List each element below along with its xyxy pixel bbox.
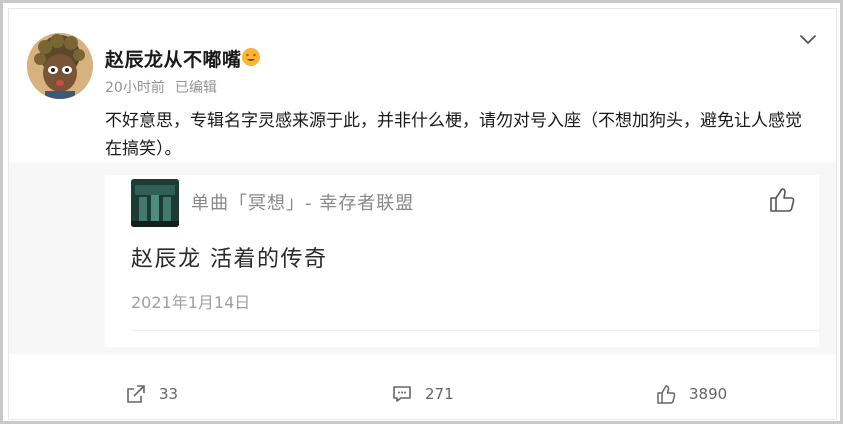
post-time: 20小时前 (105, 80, 165, 96)
weibo-post-card: 赵辰龙从不嘟嘴 20小时前 已编辑 不好意思，专辑名字灵感来源于此，并非什么梗，请… (8, 8, 837, 420)
avatar-illustration (27, 33, 93, 99)
quote-date: 2021年1月14日 (131, 293, 251, 312)
album-cover[interactable] (131, 179, 179, 227)
screenshot-frame: 赵辰龙从不嘟嘴 20小时前 已编辑 不好意思，专辑名字灵感来源于此，并非什么梗，请… (0, 0, 843, 424)
like-button[interactable]: 3890 (655, 383, 727, 405)
post-meta: 20小时前 已编辑 (105, 77, 217, 97)
quoted-post-card[interactable]: 单曲「冥想」- 幸存者联盟 赵辰龙 活着的传奇 2021年1月14日 (105, 175, 819, 347)
action-bar: 33 271 3890 (9, 369, 836, 419)
quote-body: 赵辰龙 活着的传奇 (131, 247, 328, 272)
share-icon (127, 385, 145, 403)
like-count: 3890 (689, 385, 728, 403)
chevron-down-icon[interactable] (798, 29, 818, 49)
post-text: 不好意思，专辑名字灵感来源于此，并非什么梗，请勿对号入座（不想加狗头，避免让人感… (105, 111, 802, 159)
avatar[interactable] (27, 33, 93, 99)
author-name[interactable]: 赵辰龙从不嘟嘴 (105, 45, 242, 72)
share-count: 33 (159, 385, 179, 403)
comment-icon (393, 386, 411, 402)
divider (131, 330, 819, 331)
album-cover-art (131, 179, 179, 227)
heart-eyes-emoji-icon (242, 48, 260, 66)
edited-label[interactable]: 已编辑 (175, 80, 217, 96)
comment-button[interactable]: 271 (391, 383, 454, 405)
quote-title[interactable]: 单曲「冥想」- 幸存者联盟 (191, 189, 414, 215)
comment-count: 271 (425, 385, 454, 403)
thumbs-up-icon (657, 385, 676, 404)
thumbs-up-icon[interactable] (767, 185, 797, 215)
share-button[interactable]: 33 (125, 383, 178, 405)
